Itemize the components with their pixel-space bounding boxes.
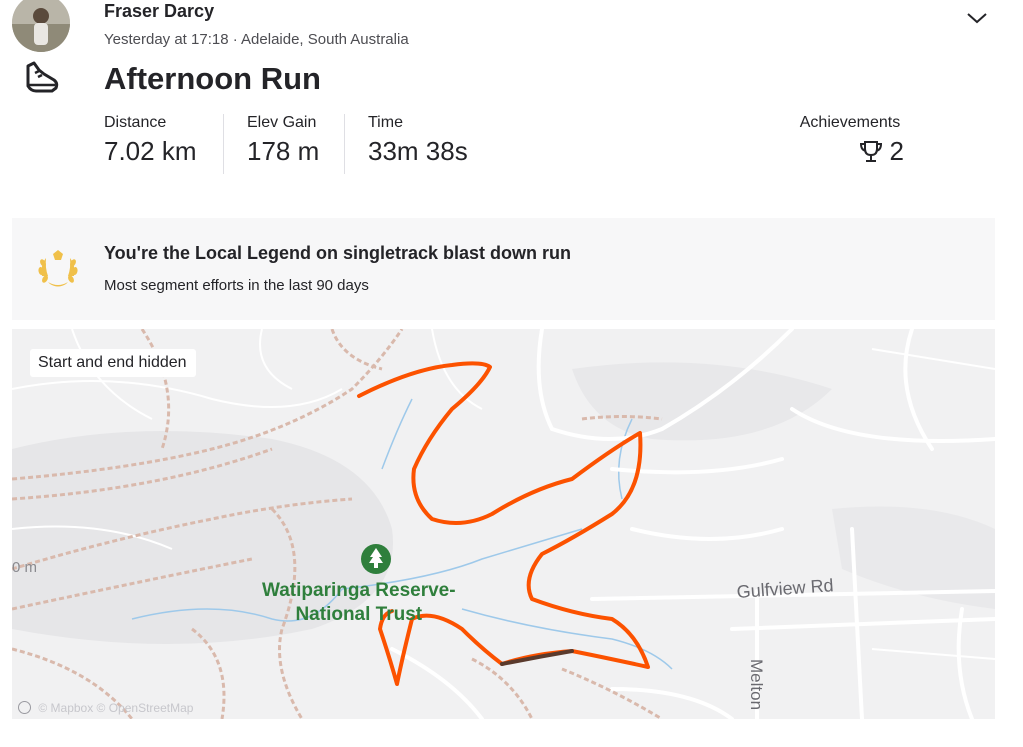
map-background bbox=[12, 329, 995, 719]
trophy-icon bbox=[859, 140, 882, 162]
avatar[interactable] bbox=[12, 0, 70, 52]
activity-title[interactable]: Afternoon Run bbox=[104, 61, 321, 97]
map-attribution[interactable]: © Mapbox © OpenStreetMap bbox=[18, 701, 193, 715]
stat-label: Distance bbox=[104, 114, 167, 131]
attribution-text: © Mapbox © OpenStreetMap bbox=[38, 701, 194, 715]
stat-label: Time bbox=[368, 114, 403, 131]
local-legend-title: You're the Local Legend on singletrack b… bbox=[104, 243, 572, 263]
local-legend-banner[interactable]: You're the Local Legend on singletrack b… bbox=[12, 218, 995, 320]
privacy-badge: Start and end hidden bbox=[30, 349, 196, 377]
laurel-icon bbox=[38, 250, 78, 287]
stat-time: Time 33m 38s bbox=[368, 114, 468, 167]
athlete-name[interactable]: Fraser Darcy bbox=[104, 1, 214, 22]
stat-elev-gain: Elev Gain 178 m bbox=[247, 114, 319, 167]
chevron-down-icon[interactable] bbox=[964, 8, 990, 28]
stat-distance: Distance 7.02 km bbox=[104, 114, 197, 167]
stat-label: Elev Gain bbox=[247, 114, 317, 131]
stat-value: 7.02 km bbox=[104, 136, 197, 166]
activity-date-location: Yesterday at 17:18 · Adelaide, South Aus… bbox=[104, 31, 409, 48]
park-name-line-2: National Trust bbox=[295, 604, 423, 625]
achievements-label: Achievements bbox=[799, 114, 901, 131]
stat-value: 33m 38s bbox=[368, 136, 468, 166]
elevation-label: 0 m bbox=[12, 559, 38, 576]
park-name: Watiparinga Reserve- National Trust bbox=[262, 579, 456, 627]
local-legend-subtitle: Most segment efforts in the last 90 days bbox=[104, 277, 369, 294]
stat-value: 178 m bbox=[247, 136, 320, 166]
achievements[interactable]: Achievements 2 bbox=[780, 114, 920, 167]
road-label: Melton bbox=[747, 659, 766, 711]
stat-divider bbox=[223, 114, 224, 174]
route-map[interactable]: Watiparinga Reserve- National Trust Gulf… bbox=[12, 329, 995, 719]
avatar-photo bbox=[12, 0, 70, 52]
park-icon[interactable] bbox=[360, 543, 392, 575]
shoe-icon bbox=[26, 61, 59, 93]
mapbox-logo-icon bbox=[18, 701, 31, 714]
park-name-line-1: Watiparinga Reserve- bbox=[262, 580, 456, 601]
activity-card: Fraser Darcy Yesterday at 17:18 · Adelai… bbox=[0, 0, 1023, 747]
stat-divider bbox=[344, 114, 345, 174]
achievements-count: 2 bbox=[889, 136, 904, 166]
